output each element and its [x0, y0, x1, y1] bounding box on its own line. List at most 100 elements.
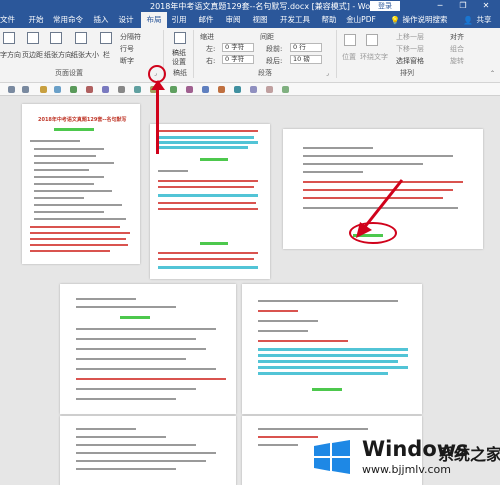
align-button[interactable]: 对齐 — [450, 32, 464, 42]
page-thumbnail[interactable] — [242, 284, 422, 414]
annotation-circle — [349, 222, 397, 244]
tab-home[interactable]: 开始 — [26, 12, 46, 28]
tab-kingsoft-pdf[interactable]: 金山PDF — [346, 12, 376, 28]
page-thumbnail[interactable] — [150, 124, 270, 279]
hyphenation-button[interactable]: 断字 — [120, 56, 134, 66]
text-line — [258, 310, 298, 312]
indent-right-input[interactable]: 0 字符 — [222, 55, 254, 64]
tab-developer[interactable]: 开发工具 — [278, 12, 312, 28]
tab-references[interactable]: 引用 — [170, 12, 188, 28]
send-backward-button[interactable]: 下移一层 — [396, 44, 424, 54]
print-icon[interactable] — [202, 86, 209, 93]
text-line — [76, 388, 196, 390]
tab-review[interactable]: 审阅 — [224, 12, 242, 28]
page-thumbnail[interactable] — [60, 416, 236, 485]
text-line — [258, 428, 368, 430]
format-icon[interactable] — [40, 86, 47, 93]
text-line — [34, 204, 122, 206]
text-line — [30, 232, 130, 234]
separator — [336, 30, 337, 78]
tab-mailings[interactable]: 邮件 — [197, 12, 215, 28]
text-line — [34, 176, 104, 178]
text-line — [258, 444, 298, 446]
text-line — [158, 202, 256, 204]
indent-left-label: 左: — [206, 45, 216, 53]
spacing-after-input[interactable]: 10 磅 — [290, 55, 322, 64]
margins-button[interactable]: 页边距 — [22, 50, 43, 60]
page-setup-group-label: 页面设置 — [55, 69, 83, 77]
minimize-button[interactable]: ─ — [430, 0, 450, 12]
close-button[interactable]: ✕ — [476, 0, 496, 12]
position-button[interactable]: 位置 — [342, 52, 356, 62]
tab-view[interactable]: 视图 — [251, 12, 269, 28]
tab-design[interactable]: 设计 — [117, 12, 135, 28]
text-line — [76, 452, 216, 454]
zoom-icon[interactable] — [282, 86, 289, 93]
text-line — [258, 320, 318, 322]
bring-forward-button[interactable]: 上移一层 — [396, 32, 424, 42]
selection-pane-button[interactable]: 选择窗格 — [396, 56, 424, 66]
manuscript-group-label: 稿纸 — [173, 69, 187, 77]
login-button[interactable]: 登录 — [370, 1, 400, 11]
orientation-button[interactable]: 纸张方向 — [44, 50, 72, 60]
text-line — [30, 244, 128, 246]
rotate-button[interactable]: 旋转 — [450, 56, 464, 66]
redo-icon[interactable] — [22, 86, 29, 93]
text-line — [34, 190, 112, 192]
highlight-line — [200, 158, 228, 161]
highlight-line — [258, 372, 388, 375]
picture-icon[interactable] — [86, 86, 93, 93]
paragraph-launcher-icon[interactable]: ⌟ — [326, 70, 329, 77]
text-line — [34, 155, 96, 157]
restore-button[interactable]: ❐ — [453, 0, 473, 12]
replace-icon[interactable] — [250, 86, 257, 93]
text-line — [258, 330, 308, 332]
tab-insert[interactable]: 插入 — [92, 12, 110, 28]
lightbulb-icon: 💡 — [390, 16, 400, 25]
watermark-url: www.bjjmlv.com — [362, 463, 451, 476]
edit-icon[interactable] — [54, 86, 61, 93]
tab-layout[interactable]: 布局 — [141, 12, 167, 28]
collapse-ribbon-icon[interactable]: ⌃ — [490, 70, 495, 77]
spacing-before-input[interactable]: 0 行 — [290, 43, 322, 52]
page-thumbnail[interactable] — [60, 284, 236, 414]
text-direction-button[interactable]: 字方向 — [0, 50, 21, 60]
columns-button[interactable]: 栏 — [103, 50, 110, 60]
link-icon[interactable] — [134, 86, 141, 93]
tab-file[interactable]: 文件 — [0, 12, 15, 28]
text-line — [303, 155, 453, 157]
wrap-text-button[interactable]: 环绕文字 — [360, 52, 388, 62]
text-line — [258, 300, 398, 302]
tab-common-commands[interactable]: 常用命令 — [52, 12, 84, 28]
indent-left-input[interactable]: 0 字符 — [222, 43, 254, 52]
text-line — [158, 208, 258, 210]
highlight-line — [158, 146, 248, 149]
text-line — [76, 428, 136, 430]
size-button[interactable]: 纸张大小 — [71, 50, 99, 60]
comment-icon[interactable] — [186, 86, 193, 93]
share-button[interactable]: 共享 — [472, 12, 496, 28]
document-area[interactable]: 2018年中考语文真题129套--名句默写 — [0, 96, 500, 485]
highlight-line — [312, 388, 342, 391]
breaks-button[interactable]: 分隔符 — [120, 32, 141, 42]
tab-help[interactable]: 帮助 — [320, 12, 338, 28]
table-icon[interactable] — [70, 86, 77, 93]
view-icon[interactable] — [266, 86, 273, 93]
text-direction-icon — [3, 32, 15, 44]
text-line — [258, 436, 318, 438]
page-thumbnail[interactable]: 2018年中考语文真题129套--名句默写 — [22, 104, 140, 264]
text-line — [76, 444, 196, 446]
symbol-icon[interactable] — [118, 86, 125, 93]
tell-me-search[interactable]: 操作说明搜索 — [400, 12, 450, 28]
margins-icon — [27, 32, 39, 44]
group-button[interactable]: 组合 — [450, 44, 464, 54]
undo-icon[interactable] — [8, 86, 15, 93]
save-icon[interactable] — [218, 86, 225, 93]
line-numbers-button[interactable]: 行号 — [120, 44, 134, 54]
windows-logo-icon — [314, 440, 350, 474]
find-icon[interactable] — [234, 86, 241, 93]
spell-check-icon[interactable] — [170, 86, 177, 93]
highlight-line — [158, 266, 258, 269]
highlight-line — [54, 128, 94, 131]
chart-icon[interactable] — [102, 86, 109, 93]
